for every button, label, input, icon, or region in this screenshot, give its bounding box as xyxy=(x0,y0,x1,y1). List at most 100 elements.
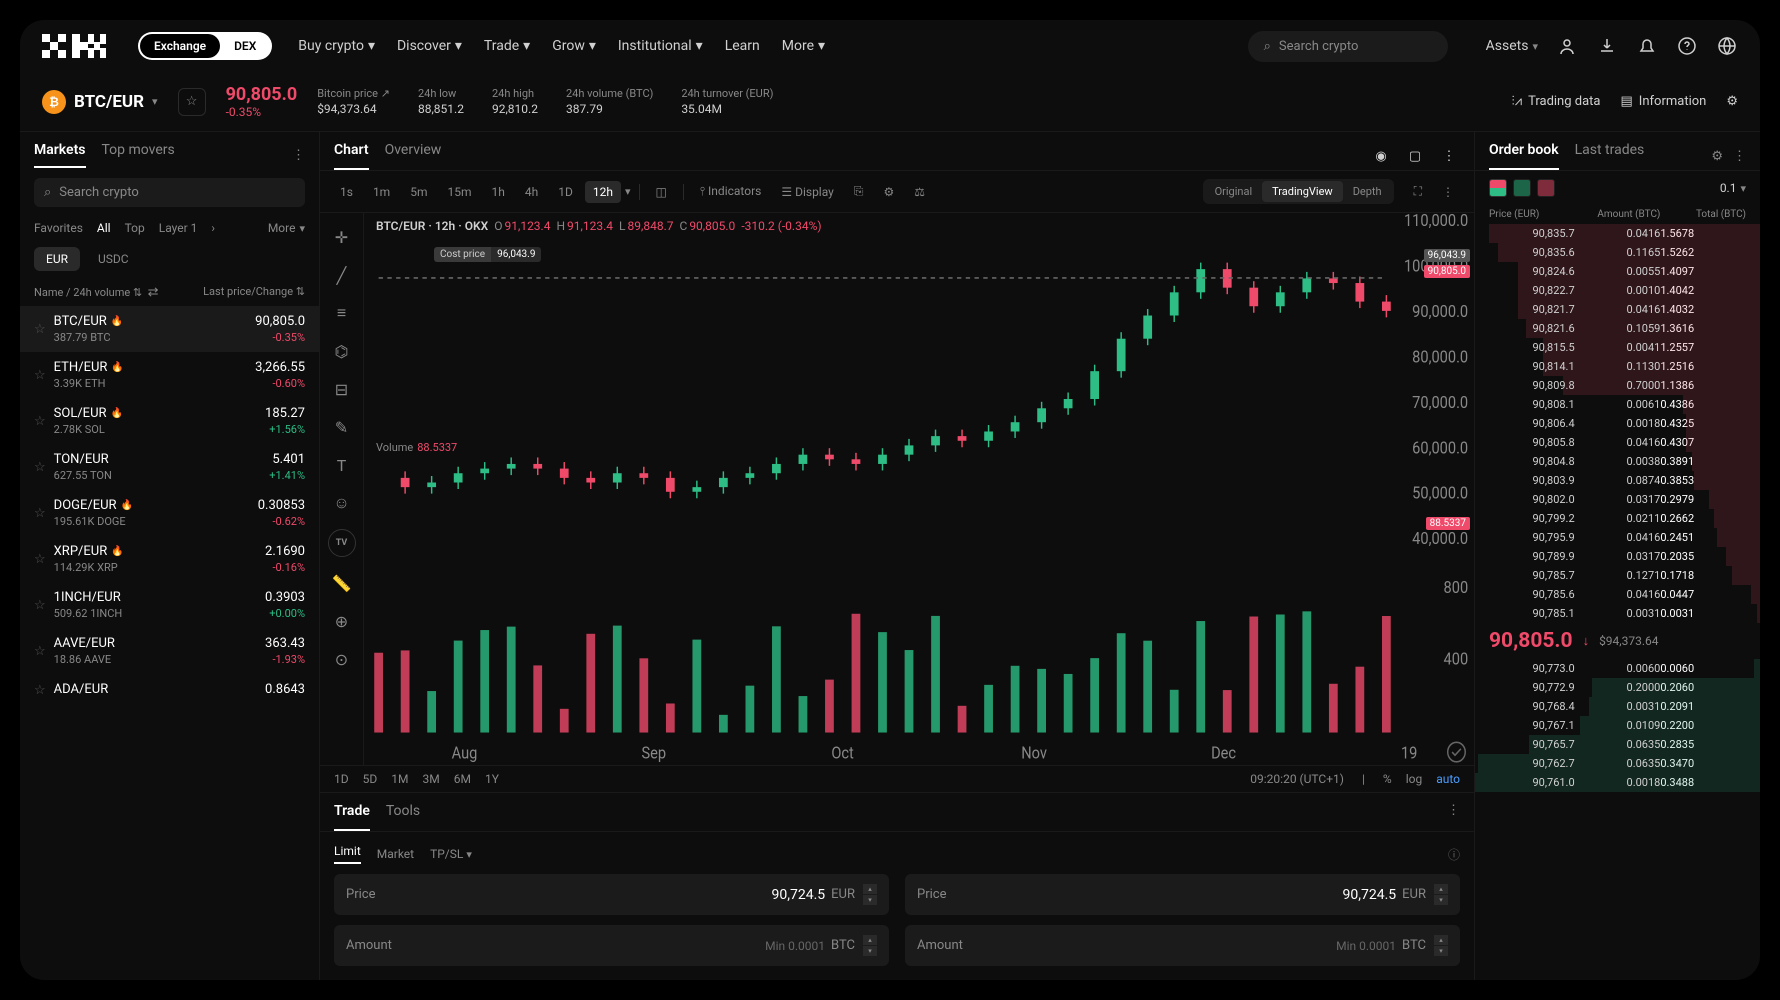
ob-row[interactable]: 90,761.00.00180.3488 xyxy=(1475,773,1760,792)
tab-chart[interactable]: Chart xyxy=(334,142,369,170)
step-down[interactable]: ▾ xyxy=(863,895,877,905)
ob-row[interactable]: 90,804.80.00380.3891 xyxy=(1475,452,1760,471)
tf-15m[interactable]: 15m xyxy=(440,181,480,203)
tf-1m[interactable]: 1m xyxy=(365,181,398,203)
nav-discover[interactable]: Discover ▾ xyxy=(397,38,462,54)
tab-top-movers[interactable]: Top movers xyxy=(102,142,175,168)
tf-4h[interactable]: 4h xyxy=(517,181,546,203)
ob-row[interactable]: 90,772.90.20000.2060 xyxy=(1475,678,1760,697)
pattern-tool[interactable]: ⌬ xyxy=(330,339,354,363)
ob-row[interactable]: 90,802.00.03170.2979 xyxy=(1475,490,1760,509)
chart-more[interactable]: ⋮ xyxy=(1434,181,1462,203)
crosshair-tool[interactable]: ✛ xyxy=(330,225,354,249)
pair-selector[interactable]: ₿ BTC/EUR ▾ xyxy=(42,90,158,114)
hlines-tool[interactable]: ≡ xyxy=(330,301,354,325)
market-row-1inch-eur[interactable]: ☆ 1INCH/EUR509.62 1INCH 0.3903+0.00% xyxy=(20,582,319,628)
ob-row[interactable]: 90,795.90.04160.2451 xyxy=(1475,528,1760,547)
auto-toggle[interactable]: auto xyxy=(1436,772,1460,786)
range-1Y[interactable]: 1Y xyxy=(485,772,499,786)
ob-row[interactable]: 90,789.90.03170.2035 xyxy=(1475,547,1760,566)
market-row-sol-eur[interactable]: ☆ SOL/EUR 🔥2.78K SOL 185.27+1.56% xyxy=(20,398,319,444)
ob-row[interactable]: 90,821.70.04161.4032 xyxy=(1475,300,1760,319)
market-row-aave-eur[interactable]: ☆ AAVE/EUR18.86 AAVE 363.43-1.93% xyxy=(20,628,319,674)
compare-btn[interactable]: ⚖ xyxy=(906,181,933,203)
sidebar-menu-icon[interactable]: ⋮ xyxy=(292,148,305,163)
star-icon[interactable]: ☆ xyxy=(34,598,46,613)
magnet-tool[interactable]: ⊙ xyxy=(330,647,354,671)
range-1D[interactable]: 1D xyxy=(334,772,349,786)
nav-more[interactable]: More ▾ xyxy=(782,38,825,54)
pct-toggle[interactable]: % xyxy=(1383,772,1392,786)
star-icon[interactable]: ☆ xyxy=(34,322,46,337)
market-row-xrp-eur[interactable]: ☆ XRP/EUR 🔥114.29K XRP 2.1690-0.16% xyxy=(20,536,319,582)
ob-row[interactable]: 90,773.00.00600.0060 xyxy=(1475,659,1760,678)
market-row-ada-eur[interactable]: ☆ ADA/EUR 0.8643 xyxy=(20,674,319,707)
tab-last-trades[interactable]: Last trades xyxy=(1575,142,1645,170)
text-tool[interactable]: T xyxy=(330,453,354,477)
candle-type[interactable]: ◫ xyxy=(648,181,675,203)
ob-row[interactable]: 90,785.70.12710.1718 xyxy=(1475,566,1760,585)
market-row-btc-eur[interactable]: ☆ BTC/EUR 🔥387.79 BTC 90,805.0-0.35% xyxy=(20,306,319,352)
tf-1D[interactable]: 1D xyxy=(550,181,581,203)
indicators-btn[interactable]: ⫯ Indicators xyxy=(692,180,770,203)
assets-dropdown[interactable]: Assets ▾ xyxy=(1486,38,1538,54)
col-price[interactable]: Last price/Change ⇅ xyxy=(203,285,305,300)
tf-1h[interactable]: 1h xyxy=(484,181,513,203)
currency-eur[interactable]: EUR xyxy=(34,247,80,271)
filter-scroll-right[interactable]: › xyxy=(211,221,215,235)
information-link[interactable]: ▤Information xyxy=(1621,94,1707,109)
exchange-dex-toggle[interactable]: Exchange DEX xyxy=(138,32,272,60)
filter-top[interactable]: Top xyxy=(125,221,145,235)
nav-institutional[interactable]: Institutional ▾ xyxy=(618,38,703,54)
log-toggle[interactable]: log xyxy=(1406,772,1423,786)
ob-step-select[interactable]: 0.1 ▾ xyxy=(1720,181,1746,195)
price-chart[interactable]: 110,000.0100,000.090,000.080,000.070,000… xyxy=(364,213,1474,765)
order-limit[interactable]: Limit xyxy=(334,844,361,864)
ob-menu-icon[interactable]: ⋮ xyxy=(1733,149,1746,164)
zoom-tool[interactable]: ⊕ xyxy=(330,609,354,633)
star-icon[interactable]: ☆ xyxy=(34,368,46,383)
star-icon[interactable]: ☆ xyxy=(34,414,46,429)
filter-more[interactable]: More ▾ xyxy=(268,221,305,235)
buy-price-input[interactable]: Price 90,724.5 EUR ▴▾ xyxy=(334,874,889,915)
ob-row[interactable]: 90,821.60.10591.3616 xyxy=(1475,319,1760,338)
tradingview-badge[interactable]: TV xyxy=(328,529,356,557)
order-tpsl[interactable]: TP/SL ▾ xyxy=(430,847,472,861)
market-row-ton-eur[interactable]: ☆ TON/EUR627.55 TON 5.401+1.41% xyxy=(20,444,319,490)
order-info-icon[interactable]: ⓘ xyxy=(1448,846,1460,863)
ob-row[interactable]: 90,799.20.02110.2662 xyxy=(1475,509,1760,528)
range-5D[interactable]: 5D xyxy=(363,772,378,786)
ob-row[interactable]: 90,785.10.00310.0031 xyxy=(1475,604,1760,623)
ob-row[interactable]: 90,814.10.11301.2516 xyxy=(1475,357,1760,376)
ob-view-split[interactable] xyxy=(1489,179,1507,197)
range-3M[interactable]: 3M xyxy=(422,772,439,786)
view-original[interactable]: Original xyxy=(1205,181,1263,202)
ob-row[interactable]: 90,822.70.00101.4042 xyxy=(1475,281,1760,300)
filter-all[interactable]: All xyxy=(97,221,111,235)
star-icon[interactable]: ☆ xyxy=(34,683,46,698)
chart-settings[interactable]: ⚙ xyxy=(875,181,902,203)
tf-5m[interactable]: 5m xyxy=(402,181,435,203)
filter-favorites[interactable]: Favorites xyxy=(34,221,83,235)
globe-icon[interactable] xyxy=(1716,35,1738,57)
ob-row[interactable]: 90,835.70.04161.5678 xyxy=(1475,224,1760,243)
star-icon[interactable]: ☆ xyxy=(34,644,46,659)
ruler-tool[interactable]: 📏 xyxy=(330,571,354,595)
help-icon[interactable] xyxy=(1676,35,1698,57)
ob-row[interactable]: 90,824.60.00551.4097 xyxy=(1475,262,1760,281)
ob-row[interactable]: 90,803.90.08740.3853 xyxy=(1475,471,1760,490)
bell-icon[interactable] xyxy=(1636,35,1658,57)
favorite-button[interactable]: ☆ xyxy=(178,88,206,116)
ob-settings-icon[interactable]: ⚙ xyxy=(1711,149,1723,164)
currency-usdc[interactable]: USDC xyxy=(86,247,141,271)
tab-overview[interactable]: Overview xyxy=(385,142,442,170)
ob-row[interactable]: 90,767.10.01090.2200 xyxy=(1475,716,1760,735)
ob-row[interactable]: 90,835.60.11651.5262 xyxy=(1475,243,1760,262)
fullscreen-btn[interactable]: ⛶ xyxy=(1406,180,1430,203)
trendline-tool[interactable]: ╱ xyxy=(330,263,354,287)
user-icon[interactable] xyxy=(1556,35,1578,57)
nav-learn[interactable]: Learn xyxy=(725,38,760,54)
market-row-doge-eur[interactable]: ☆ DOGE/EUR 🔥195.61K DOGE 0.30853-0.62% xyxy=(20,490,319,536)
layout-icon[interactable]: ▢ xyxy=(1404,145,1426,167)
display-btn[interactable]: ☰ Display xyxy=(773,181,842,203)
